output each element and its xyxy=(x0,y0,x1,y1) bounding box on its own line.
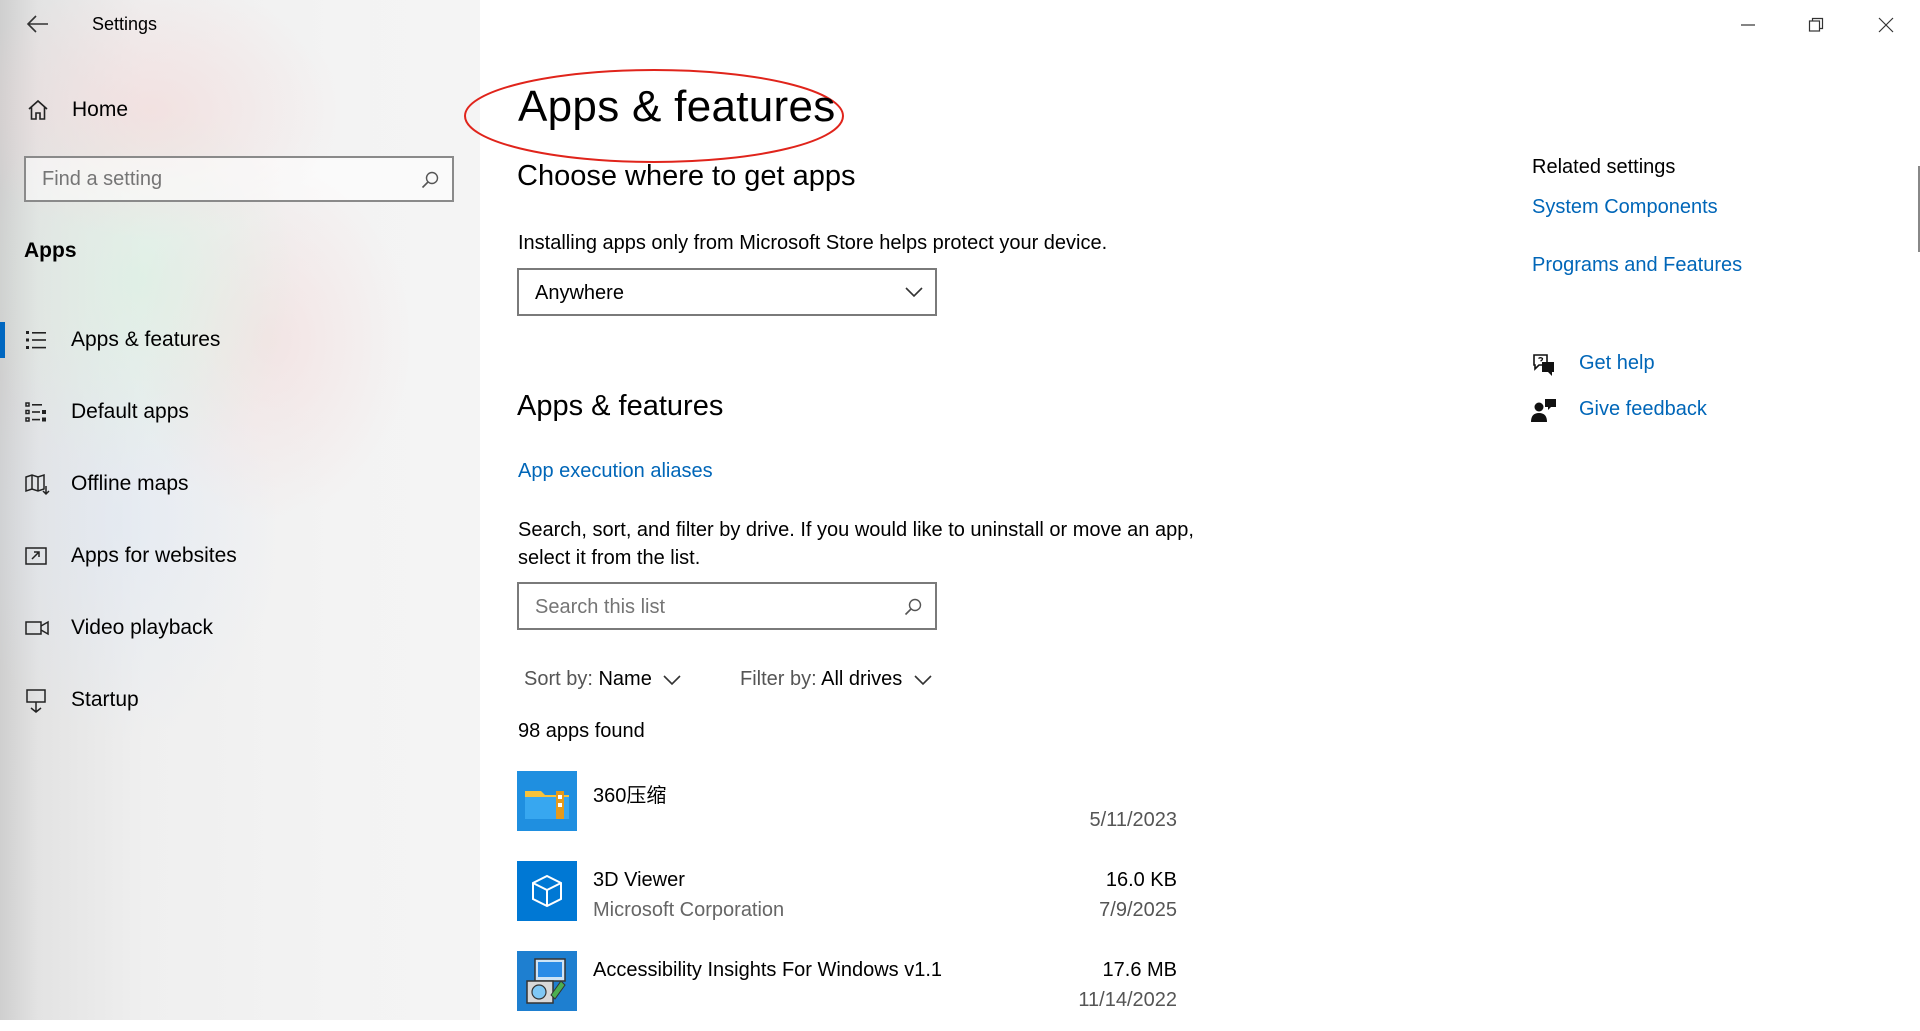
sidebar-item-label: Offline maps xyxy=(71,472,189,495)
app-list-item[interactable]: 3D Viewer Microsoft Corporation 16.0 KB … xyxy=(517,861,1177,941)
sidebar-item-label: Startup xyxy=(71,688,139,711)
back-arrow-icon[interactable] xyxy=(22,10,52,38)
app-date: 5/11/2023 xyxy=(1089,809,1178,831)
minimize-button[interactable] xyxy=(1714,0,1780,48)
sidebar-item-offline-maps[interactable]: Offline maps xyxy=(0,460,470,508)
sidebar-item-label: Default apps xyxy=(71,400,189,423)
app-source-value: Anywhere xyxy=(535,282,624,304)
app-name: 3D Viewer xyxy=(593,869,685,891)
app-execution-aliases-link[interactable]: App execution aliases xyxy=(518,460,713,483)
find-setting-input[interactable] xyxy=(42,167,402,191)
3d-cube-icon xyxy=(517,861,577,921)
active-indicator xyxy=(0,322,5,358)
app-date: 11/14/2022 xyxy=(1078,989,1177,1011)
related-settings-heading: Related settings xyxy=(1532,156,1676,178)
app-publisher: Microsoft Corporation xyxy=(593,899,785,921)
sidebar-item-label: Apps for websites xyxy=(71,544,237,567)
apps-for-websites-icon xyxy=(24,544,48,568)
apps-features-icon xyxy=(24,328,48,352)
filter-value: All drives xyxy=(821,668,903,690)
sidebar-item-label: Video playback xyxy=(71,616,214,639)
get-help-link[interactable]: Get help xyxy=(1579,352,1655,375)
system-components-link[interactable]: System Components xyxy=(1532,196,1718,219)
sidebar-item-video-playback[interactable]: Video playback xyxy=(0,604,470,652)
get-help-icon xyxy=(1530,352,1558,378)
app-list-item[interactable]: 360压缩 5/11/2023 xyxy=(517,771,1177,851)
apps-count: 98 apps found xyxy=(518,720,645,742)
filter-description: Search, sort, and filter by drive. If yo… xyxy=(518,519,1194,569)
home-nav-item[interactable]: Home xyxy=(0,90,470,130)
sidebar-item-default-apps[interactable]: Default apps xyxy=(0,388,470,436)
app-source-dropdown[interactable]: Anywhere xyxy=(517,268,937,316)
default-apps-icon xyxy=(24,400,48,424)
chevron-down-icon xyxy=(905,286,923,298)
sidebar-item-startup[interactable]: Startup xyxy=(0,676,470,724)
startup-icon xyxy=(24,688,48,714)
page-title: Apps & features xyxy=(518,82,836,131)
offline-maps-icon xyxy=(24,472,50,496)
app-name: Accessibility Insights For Windows v1.1 xyxy=(593,959,943,981)
installer-icon xyxy=(517,951,577,1011)
section-heading: Apps xyxy=(24,239,77,262)
programs-and-features-link[interactable]: Programs and Features xyxy=(1532,254,1742,277)
search-icon[interactable] xyxy=(903,597,923,617)
app-name: 360压缩 xyxy=(593,785,667,807)
sort-label: Sort by: xyxy=(524,668,593,690)
app-size: 16.0 KB xyxy=(1105,869,1177,891)
give-feedback-icon xyxy=(1530,398,1558,424)
find-setting-search[interactable] xyxy=(24,156,454,202)
app-list-search-input[interactable] xyxy=(535,595,875,619)
sort-value: Name xyxy=(598,668,652,690)
sidebar-item-label: Apps & features xyxy=(71,328,221,351)
filter-dropdown[interactable]: Filter by: All drives xyxy=(740,668,932,696)
search-icon[interactable] xyxy=(420,170,440,190)
window-title: Settings xyxy=(92,14,158,34)
app-date: 7/9/2025 xyxy=(1099,899,1177,921)
sidebar-item-apps-for-websites[interactable]: Apps for websites xyxy=(0,532,470,580)
home-icon xyxy=(26,98,50,122)
video-playback-icon xyxy=(24,616,50,640)
home-label: Home xyxy=(72,98,129,121)
chevron-down-icon xyxy=(663,674,681,686)
chevron-down-icon xyxy=(914,674,932,686)
sort-dropdown[interactable]: Sort by: Name xyxy=(524,668,681,696)
folder-zip-icon xyxy=(517,771,577,831)
close-button[interactable] xyxy=(1852,0,1918,48)
sidebar-item-apps-features[interactable]: Apps & features xyxy=(0,316,470,364)
install-description: Installing apps only from Microsoft Stor… xyxy=(518,232,1108,254)
app-list-search[interactable] xyxy=(517,582,937,630)
app-list-item[interactable]: Accessibility Insights For Windows v1.1 … xyxy=(517,951,1177,1031)
restore-button[interactable] xyxy=(1782,0,1848,48)
app-size: 17.6 MB xyxy=(1102,959,1177,981)
choose-apps-heading: Choose where to get apps xyxy=(517,160,856,192)
sidebar: Settings Home Apps Apps & features Defau… xyxy=(0,0,480,1020)
apps-features-heading: Apps & features xyxy=(517,390,724,422)
give-feedback-link[interactable]: Give feedback xyxy=(1579,398,1707,421)
filter-label: Filter by: xyxy=(740,668,817,690)
